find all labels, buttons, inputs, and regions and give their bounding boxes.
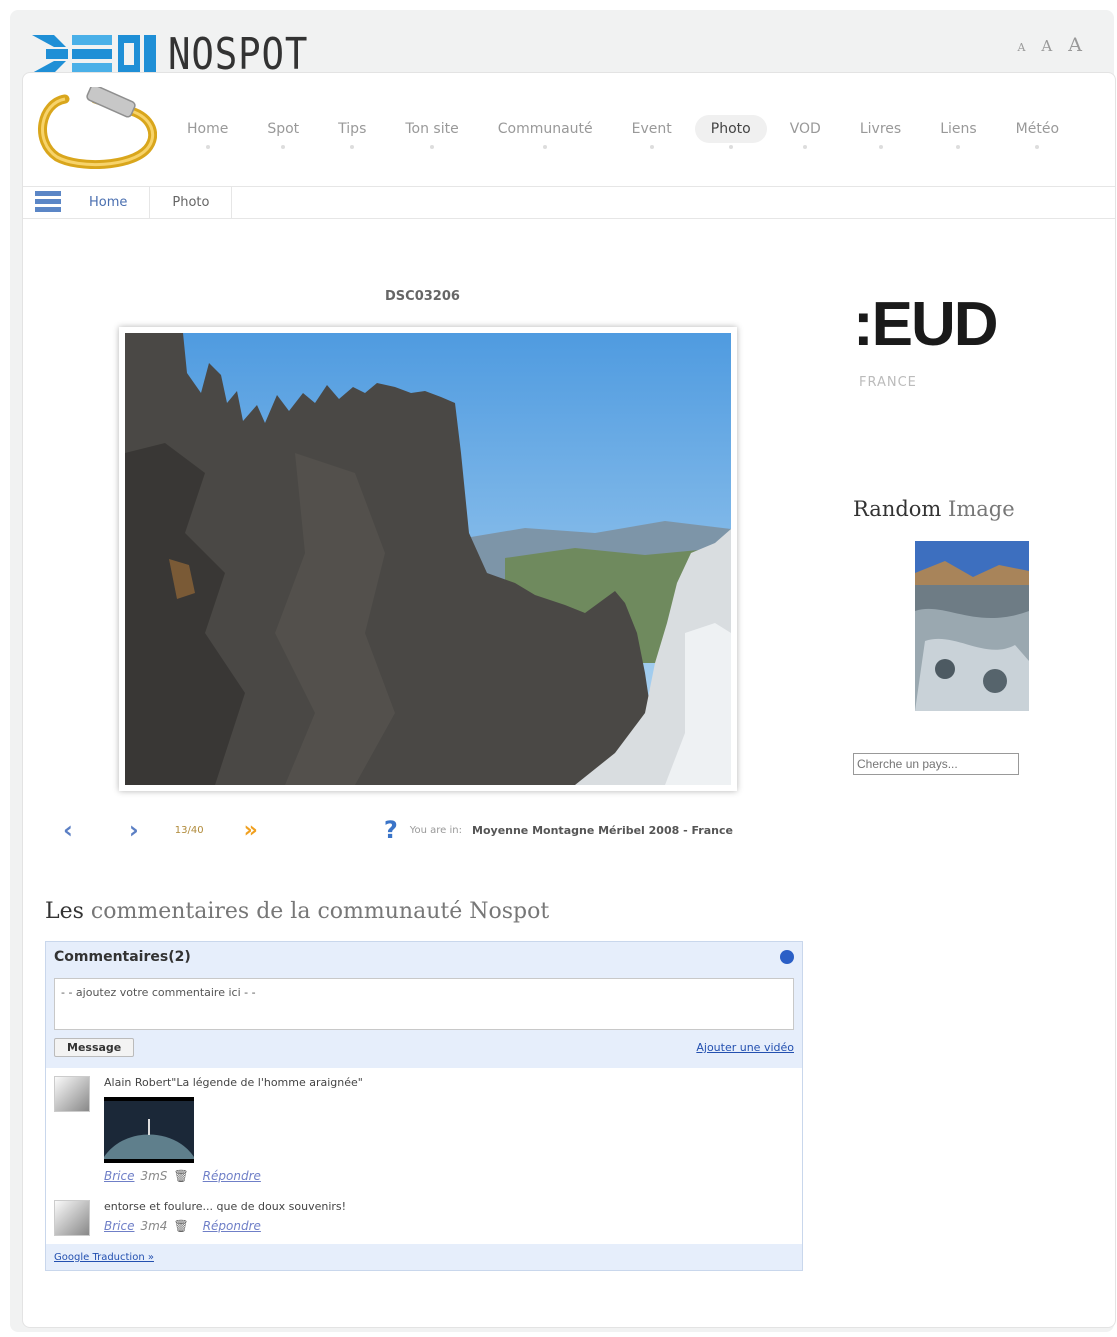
photo-pager: ‹ › 13/40 » ? You are in: Moyenne Montag… xyxy=(63,815,833,845)
main-photo[interactable] xyxy=(119,327,737,791)
comment-meta: Brice 3m4 🗑 Répondre xyxy=(104,1219,346,1233)
photo-counter: 13/40 xyxy=(174,824,204,836)
google-translate-link[interactable]: Google Traduction » xyxy=(54,1252,154,1263)
avatar[interactable] xyxy=(54,1200,90,1236)
menu-item-ton-site[interactable]: Ton site xyxy=(389,115,474,149)
main-panel: Home Spot Tips Ton site Communauté Event… xyxy=(22,72,1116,1328)
comment-time: 3mS xyxy=(140,1169,168,1183)
comments-link-icon[interactable] xyxy=(780,950,794,964)
menu-item-photo[interactable]: Photo xyxy=(694,115,767,149)
breadcrumb-current: Photo xyxy=(150,186,233,219)
comment-author-link[interactable]: Brice xyxy=(104,1219,134,1233)
comment-actions: Message Ajouter une vidéo xyxy=(54,1038,794,1057)
breadcrumb-home[interactable]: Home xyxy=(67,186,151,219)
random-image[interactable] xyxy=(915,541,1029,711)
comments-heading: Les commentaires de la communauté Nospot xyxy=(45,899,550,924)
comment-item: Alain Robert"La légende de l'homme araig… xyxy=(54,1076,363,1183)
country-search-input[interactable] xyxy=(853,753,1019,775)
reply-link[interactable]: Répondre xyxy=(203,1169,261,1183)
carabiner-logo-icon[interactable] xyxy=(35,84,157,173)
comment-input[interactable]: - - ajoutez votre commentaire ici - - xyxy=(54,978,794,1030)
comment-time: 3m4 xyxy=(140,1219,168,1233)
album-location[interactable]: Moyenne Montagne Méribel 2008 - France xyxy=(472,824,733,837)
comment-text: Alain Robert"La légende de l'homme araig… xyxy=(104,1076,363,1089)
delete-trash-icon[interactable]: 🗑 xyxy=(173,1219,188,1233)
menu-item-communaute[interactable]: Communauté xyxy=(482,115,609,149)
you-are-in-label: You are in: xyxy=(409,824,463,836)
comment-video-thumbnail[interactable] xyxy=(104,1097,194,1163)
avatar[interactable] xyxy=(54,1076,90,1112)
comments-box: Commentaires(2) - - ajoutez votre commen… xyxy=(45,941,803,1271)
menu-item-liens[interactable]: Liens xyxy=(924,115,992,149)
brand-text: :EUD xyxy=(853,290,999,359)
comments-footer: Google Traduction » xyxy=(46,1244,802,1270)
font-size-controls: A A A xyxy=(1017,34,1082,56)
next-photo-button[interactable]: › xyxy=(129,816,139,844)
menu-item-livres[interactable]: Livres xyxy=(844,115,917,149)
logo-mark-icon xyxy=(32,31,164,77)
menu-item-home[interactable]: Home xyxy=(171,115,244,149)
menu-item-meteo[interactable]: Météo xyxy=(1000,115,1075,149)
menu-item-spot[interactable]: Spot xyxy=(251,115,315,149)
comments-count-title: Commentaires(2) xyxy=(54,949,191,965)
comments-box-header: Commentaires(2) xyxy=(46,942,802,972)
main-navigation: Home Spot Tips Ton site Communauté Event… xyxy=(23,73,1115,187)
comment-compose: - - ajoutez votre commentaire ici - - Me… xyxy=(46,972,802,1068)
random-image-heading: Random Image xyxy=(853,497,1015,521)
delete-trash-icon[interactable]: 🗑 xyxy=(173,1169,188,1183)
font-size-large-button[interactable]: A xyxy=(1068,34,1082,56)
reply-link[interactable]: Répondre xyxy=(203,1219,261,1233)
previous-photo-button[interactable]: ‹ xyxy=(63,816,73,844)
menu-bar: Home Spot Tips Ton site Communauté Event… xyxy=(171,115,1082,149)
menu-item-vod[interactable]: VOD xyxy=(774,115,837,149)
photo-title: DSC03206 xyxy=(385,289,460,304)
font-size-small-button[interactable]: A xyxy=(1017,41,1025,54)
menu-item-event[interactable]: Event xyxy=(616,115,688,149)
brand-subtext: FRANCE xyxy=(859,375,917,390)
menu-item-tips[interactable]: Tips xyxy=(322,115,382,149)
sidebar: :EUD FRANCE Random Image xyxy=(853,289,1103,775)
message-button[interactable]: Message xyxy=(54,1038,135,1057)
comment-meta: Brice 3mS 🗑 Répondre xyxy=(104,1169,363,1183)
breadcrumb: Home Photo xyxy=(23,186,1115,219)
add-video-link[interactable]: Ajouter une vidéo xyxy=(696,1041,794,1054)
font-size-medium-button[interactable]: A xyxy=(1041,37,1052,55)
brand-banner[interactable]: :EUD FRANCE xyxy=(853,289,1103,409)
fast-forward-button[interactable]: » xyxy=(244,818,258,843)
help-icon[interactable]: ? xyxy=(384,816,398,844)
breadcrumb-home-icon[interactable] xyxy=(35,190,61,215)
comment-text: entorse et foulure... que de doux souven… xyxy=(104,1200,347,1213)
comment-item: entorse et foulure... que de doux souven… xyxy=(54,1200,346,1236)
comment-author-link[interactable]: Brice xyxy=(104,1169,134,1183)
